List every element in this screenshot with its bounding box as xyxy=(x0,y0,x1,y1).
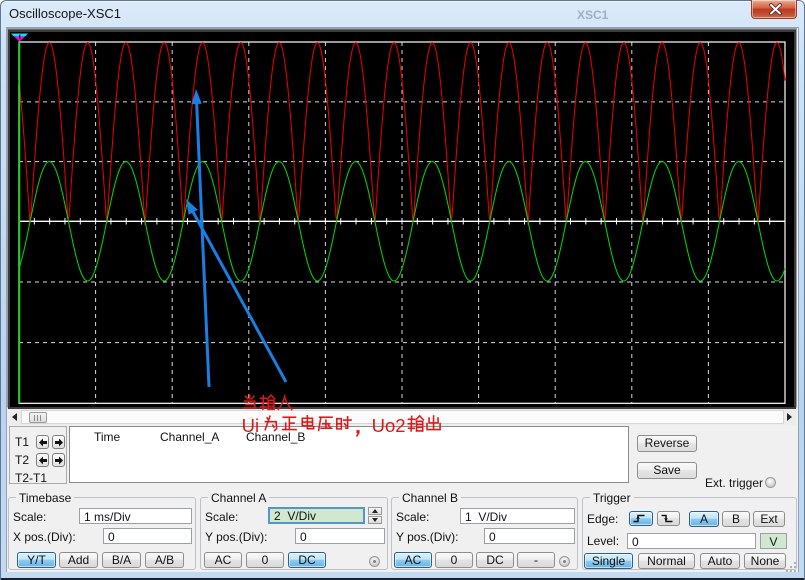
svg-text:Uo2: Uo2 xyxy=(372,415,406,436)
svg-text:Ui: Ui xyxy=(242,415,259,436)
